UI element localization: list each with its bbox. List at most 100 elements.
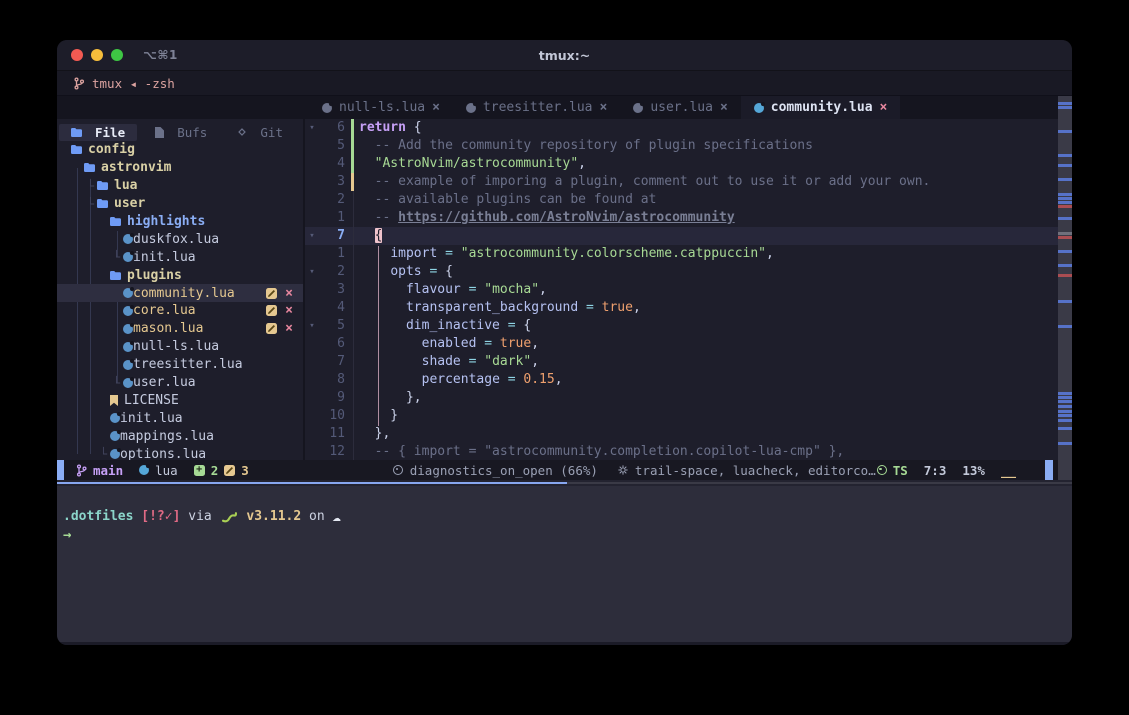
tree-item-lua[interactable]: └lua [57, 177, 303, 195]
code-token: "astrocommunity.colorscheme.catppuccin" [461, 246, 766, 261]
source-tab-file[interactable]: File [59, 124, 137, 141]
tree-item-user.lua[interactable]: └user.lua [57, 374, 303, 392]
tree-item-init.lua[interactable]: init.lua [57, 409, 303, 427]
line-number: 3 [319, 173, 345, 191]
source-tab-label: Git [260, 125, 283, 140]
git-sign [345, 263, 354, 281]
lsp-progress-icon [393, 465, 403, 475]
code-token [492, 336, 500, 351]
tree-item-treesitter.lua[interactable]: treesitter.lua [57, 356, 303, 374]
buffer-tab-community.lua[interactable]: community.lua× [741, 96, 901, 119]
tree-item-highlights[interactable]: highlights [57, 213, 303, 231]
tree-connector: └ [97, 447, 110, 460]
close-icon[interactable]: × [285, 305, 293, 316]
buffer-tab-label: user.lua [650, 100, 713, 115]
treesitter-icon [877, 465, 887, 475]
tree-item-label: init.lua [120, 411, 183, 426]
folder-icon [110, 271, 121, 280]
code-token: "mocha" [484, 282, 539, 297]
tree-item-astronvim[interactable]: astronvim [57, 159, 303, 177]
tree-item-user[interactable]: └user [57, 195, 303, 213]
source-tab-bufs[interactable]: Bufs [143, 124, 219, 141]
minimize-window-button[interactable] [91, 49, 103, 61]
tree-item-config[interactable]: config [57, 141, 303, 159]
code-token [461, 354, 469, 369]
code-token: -- Add the community repository of plugi… [359, 138, 813, 153]
code-line: 2 -- available plugins can be found at [305, 191, 1072, 209]
code-token [453, 246, 461, 261]
buffer-tab-user.lua[interactable]: user.lua × [620, 96, 740, 119]
code-token [359, 336, 422, 351]
tree-item-null-ls.lua[interactable]: null-ls.lua [57, 338, 303, 356]
minimap-mark [1058, 250, 1072, 253]
lsp-clients-widget[interactable]: trail-space, luacheck, editorco… [618, 463, 876, 478]
lua-file-icon [754, 103, 764, 113]
tree-item-label: lua [114, 178, 137, 193]
python-version: v3.11.2 [246, 508, 301, 526]
python-snake-icon [222, 511, 237, 523]
line-number: 6 [319, 335, 345, 353]
tree-item-init.lua[interactable]: └init.lua [57, 248, 303, 266]
source-tab-git[interactable]: Git [225, 124, 295, 141]
fold-arrow-icon [305, 191, 319, 209]
code-token: -- { import = "astrocommunity.completion… [359, 444, 844, 459]
tree-item-core.lua[interactable]: core.lua× [57, 302, 303, 320]
code-line: 1 -- https://github.com/AstroNvim/astroc… [305, 209, 1072, 227]
close-icon[interactable]: × [432, 100, 440, 115]
code-token [359, 246, 390, 261]
git-diff-widget[interactable]: + 2 3 [194, 463, 249, 478]
code-line: 6 enabled = true, [305, 335, 1072, 353]
fold-arrow-icon[interactable]: ▾ [305, 263, 319, 281]
folder-icon [97, 199, 108, 208]
line-number: 4 [319, 155, 345, 173]
tree-item-options.lua[interactable]: └options.lua [57, 445, 303, 460]
close-icon[interactable]: × [880, 100, 888, 115]
git-sign [345, 173, 354, 191]
shell-pane[interactable]: .dotfiles [!?✓] via v3.11.2 on ☁ → [57, 486, 1072, 642]
tree-item-LICENSE[interactable]: LICENSE [57, 391, 303, 409]
iterm-tab-bar[interactable]: tmux ◂ -zsh [57, 71, 1072, 96]
close-window-button[interactable] [71, 49, 83, 61]
code-token: return [359, 120, 406, 135]
code-token [359, 354, 422, 369]
buffer-tab-null-ls.lua[interactable]: null-ls.lua × [309, 96, 453, 119]
prompt-input-line[interactable]: → [63, 526, 1072, 544]
tmux-status-bar: nvim1nvim2zsh3 .dotfilesdotfiles [57, 642, 1072, 645]
zoom-window-button[interactable] [111, 49, 123, 61]
fold-arrow-icon[interactable]: ▾ [305, 119, 319, 137]
statusline: main lua + 2 3 diagnostics_on_open (66%) [57, 460, 1072, 480]
code-token [437, 264, 445, 279]
close-icon[interactable]: × [285, 323, 293, 334]
git-branch-widget[interactable]: main [76, 463, 123, 478]
code-token: shade [422, 354, 461, 369]
minimap-mark [1058, 419, 1072, 422]
code-token: , [531, 336, 539, 351]
code-token: "dark" [484, 354, 531, 369]
close-icon[interactable]: × [285, 288, 293, 299]
fold-arrow-icon [305, 371, 319, 389]
prompt-line: .dotfiles [!?✓] via v3.11.2 on ☁ [63, 508, 1072, 526]
lua-file-icon [110, 449, 120, 459]
scrollbar-minimap[interactable] [1058, 96, 1072, 480]
close-icon[interactable]: × [720, 100, 728, 115]
close-icon[interactable]: × [600, 100, 608, 115]
tree-item-community.lua[interactable]: community.lua× [57, 284, 303, 302]
line-number: 8 [319, 371, 345, 389]
code-text: -- Add the community repository of plugi… [354, 137, 813, 155]
buffer-tab-treesitter.lua[interactable]: treesitter.lua× [453, 96, 620, 119]
tree-item-mason.lua[interactable]: mason.lua× [57, 320, 303, 338]
modified-icon [266, 288, 277, 299]
git-sign [345, 353, 354, 371]
tmux-pane-divider[interactable] [57, 480, 1072, 486]
buffer-tab-label: null-ls.lua [339, 100, 425, 115]
line-number: 4 [319, 299, 345, 317]
tree-item-mappings.lua[interactable]: mappings.lua [57, 427, 303, 445]
code-editor[interactable]: ▾6return {5 -- Add the community reposit… [305, 119, 1072, 460]
tree-item-plugins[interactable]: plugins [57, 266, 303, 284]
fold-arrow-icon[interactable]: ▾ [305, 227, 319, 245]
tree-item-badges: × [266, 305, 303, 316]
fold-arrow-icon [305, 209, 319, 227]
fold-arrow-icon[interactable]: ▾ [305, 317, 319, 335]
tree-item-duskfox.lua[interactable]: duskfox.lua [57, 230, 303, 248]
code-token: = [586, 300, 594, 315]
